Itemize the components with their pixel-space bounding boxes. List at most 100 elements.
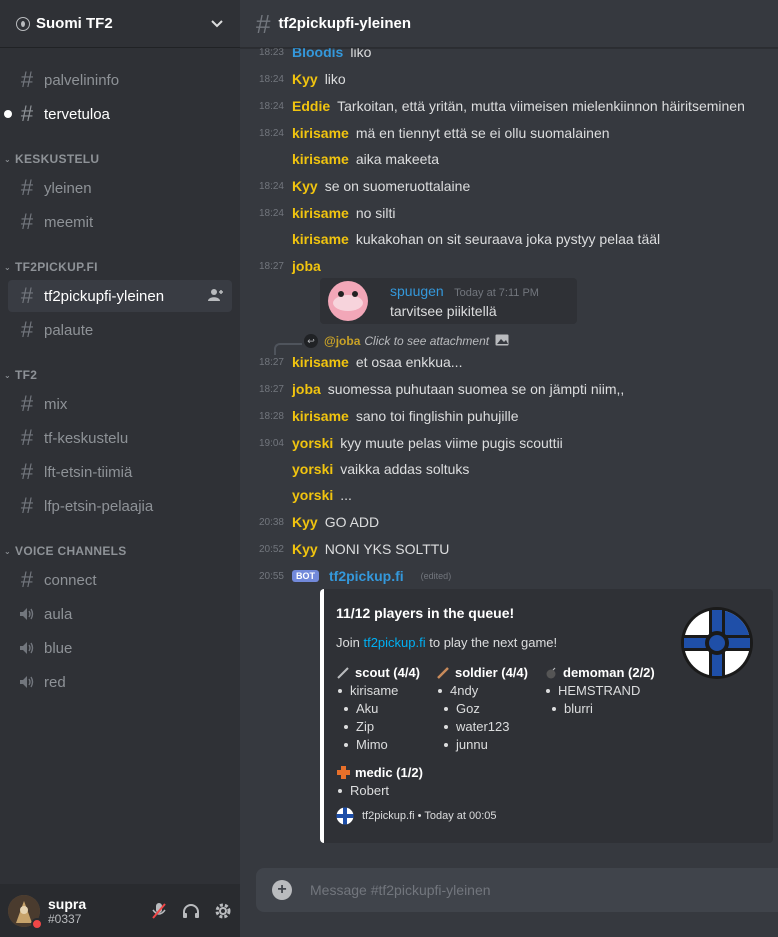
edited-label: (edited) (420, 571, 452, 581)
message[interactable]: 18:27 joba (240, 253, 778, 279)
author-name[interactable]: kirisame (292, 151, 349, 167)
channel-connect[interactable]: # connect (8, 564, 232, 596)
message-input[interactable]: Message #tf2pickupfi-yleinen (310, 882, 491, 898)
channel-palvelininfo[interactable]: # palvelininfo (8, 64, 232, 96)
channel-lft-etsin-tiimia[interactable]: # lft-etsin-tiimiä (8, 456, 232, 488)
author-name[interactable]: yorski (292, 435, 333, 451)
category-label: TF2PICKUP.FI (15, 260, 98, 274)
reply-reference[interactable]: ↩ @joba Click to see attachment (304, 332, 509, 350)
hash-icon: # (20, 425, 34, 450)
user-info[interactable]: supra #0337 (48, 896, 86, 926)
medic-cross-icon (336, 766, 350, 780)
message-composer[interactable]: + Message #tf2pickupfi-yleinen (256, 868, 778, 912)
message[interactable]: 18:27 joba suomessa puhutaan suomea se o… (240, 376, 778, 402)
message[interactable]: kirisame aika makeeta (240, 146, 778, 172)
author-name[interactable]: tf2pickup.fi (329, 568, 404, 584)
category-tf2pickup[interactable]: ⌄ TF2PICKUP.FI (4, 260, 98, 274)
voice-channel-aula[interactable]: aula (8, 598, 232, 630)
list-item: Aku (336, 700, 420, 718)
author-name[interactable]: Kyy (292, 541, 318, 557)
timestamp: 18:27 (258, 260, 284, 272)
author-name[interactable]: Kyy (292, 71, 318, 87)
guild-header[interactable]: Suomi TF2 (0, 0, 240, 48)
mute-microphone-icon[interactable] (150, 902, 168, 920)
quoted-author[interactable]: spuugen (390, 283, 444, 299)
message[interactable]: 18:28 kirisame sano toi finglishin puhuj… (240, 403, 778, 429)
caret-down-icon: ⌄ (4, 154, 12, 164)
chevron-down-icon[interactable] (210, 17, 224, 31)
category-tf2[interactable]: ⌄ TF2 (4, 368, 37, 382)
field-name: medic (1/2) (336, 765, 423, 780)
author-name[interactable]: Kyy (292, 178, 318, 194)
player-list: 4ndy Goz water123 junnu (436, 682, 528, 754)
category-label: VOICE CHANNELS (15, 544, 127, 558)
channel-lfp-etsin-pelaajia[interactable]: # lfp-etsin-pelaajia (8, 490, 232, 522)
message[interactable]: 18:24 kirisame mä en tiennyt että se ei … (240, 120, 778, 146)
message[interactable]: yorski vaikka addas soltuks (240, 456, 778, 482)
headphones-icon[interactable] (182, 902, 200, 920)
author-name[interactable]: yorski (292, 487, 333, 503)
author-name[interactable]: kirisame (292, 205, 349, 221)
list-item: junnu (436, 736, 528, 754)
channel-tervetuloa[interactable]: # tervetuloa (4, 98, 232, 130)
message[interactable]: 18:24 Eddie Tarkoitan, että yritän, mutt… (240, 93, 778, 119)
list-item: 4ndy (436, 682, 528, 700)
reply-icon: ↩ (304, 334, 318, 348)
author-name[interactable]: kirisame (292, 408, 349, 424)
channel-mix[interactable]: # mix (8, 388, 232, 420)
channel-yleinen[interactable]: # yleinen (8, 172, 232, 204)
avatar[interactable] (8, 894, 43, 930)
author-name[interactable]: Eddie (292, 98, 330, 114)
guild-name: Suomi TF2 (36, 15, 113, 32)
author-name[interactable]: kirisame (292, 125, 349, 141)
embed-link[interactable]: tf2pickup.fi (363, 635, 425, 650)
bot-message[interactable]: 20:55 BOT tf2pickup.fi (edited) (240, 563, 778, 589)
quoted-message[interactable]: spuugen Today at 7:11 PM tarvitsee piiki… (320, 278, 577, 324)
author-name[interactable]: joba (292, 381, 321, 397)
message[interactable]: kirisame kukakohan on sit seuraava joka … (240, 226, 778, 252)
list-item: water123 (436, 718, 528, 736)
invite-user-icon[interactable] (208, 288, 224, 305)
message[interactable]: 18:24 kirisame no silti (240, 200, 778, 226)
channel-tf2pickupfi-yleinen[interactable]: # tf2pickupfi-yleinen (8, 280, 232, 312)
caret-down-icon: ⌄ (4, 262, 12, 272)
reply-text[interactable]: Click to see attachment (364, 334, 489, 348)
gear-icon[interactable] (214, 902, 232, 920)
message-text: sano toi finglishin puhujille (355, 408, 519, 424)
message[interactable]: 18:24 Kyy se on suomeruottalaine (240, 173, 778, 199)
timestamp: 18:28 (258, 410, 284, 422)
channel-label: connect (44, 571, 97, 589)
voice-channel-blue[interactable]: blue (8, 632, 232, 664)
channel-palaute[interactable]: # palaute (8, 314, 232, 346)
list-item: Robert (336, 782, 423, 800)
channel-meemit[interactable]: # meemit (8, 206, 232, 238)
message[interactable]: 20:52 Kyy NONI YKS SOLTTU (240, 536, 778, 562)
author-name[interactable]: yorski (292, 461, 333, 477)
message-text: se on suomeruottalaine (324, 178, 471, 194)
message[interactable]: 19:04 yorski kyy muute pelas viime pugis… (240, 430, 778, 456)
field-label: medic (1/2) (355, 765, 423, 780)
author-name[interactable]: Kyy (292, 514, 318, 530)
channel-label: tf-keskustelu (44, 429, 129, 447)
player-list: Robert (336, 782, 423, 800)
author-name[interactable]: kirisame (292, 231, 349, 247)
message-text: Tarkoitan, että yritän, mutta viimeisen … (337, 98, 745, 114)
category-voice-channels[interactable]: ⌄ VOICE CHANNELS (4, 544, 127, 558)
message[interactable]: yorski ... (240, 482, 778, 508)
message[interactable]: 20:38 Kyy GO ADD (240, 509, 778, 535)
category-keskustelu[interactable]: ⌄ KESKUSTELU (4, 152, 99, 166)
reply-author[interactable]: @joba (324, 334, 360, 348)
timestamp: 20:38 (258, 516, 284, 528)
message-text: GO ADD (324, 514, 380, 530)
add-attachment-button[interactable]: + (272, 880, 292, 900)
hash-icon: # (256, 8, 271, 39)
voice-channel-red[interactable]: red (8, 666, 232, 698)
message[interactable]: 18:27 kirisame et osaa enkkua... (240, 349, 778, 375)
message[interactable]: 18:24 Kyy liko (240, 66, 778, 92)
author-name[interactable]: kirisame (292, 354, 349, 370)
channel-tf-keskustelu[interactable]: # tf-keskustelu (8, 422, 232, 454)
timestamp: 20:55 (258, 570, 284, 582)
author-name[interactable]: joba (292, 258, 321, 274)
field-label: scout (4/4) (355, 665, 421, 680)
hash-icon: # (20, 567, 34, 592)
